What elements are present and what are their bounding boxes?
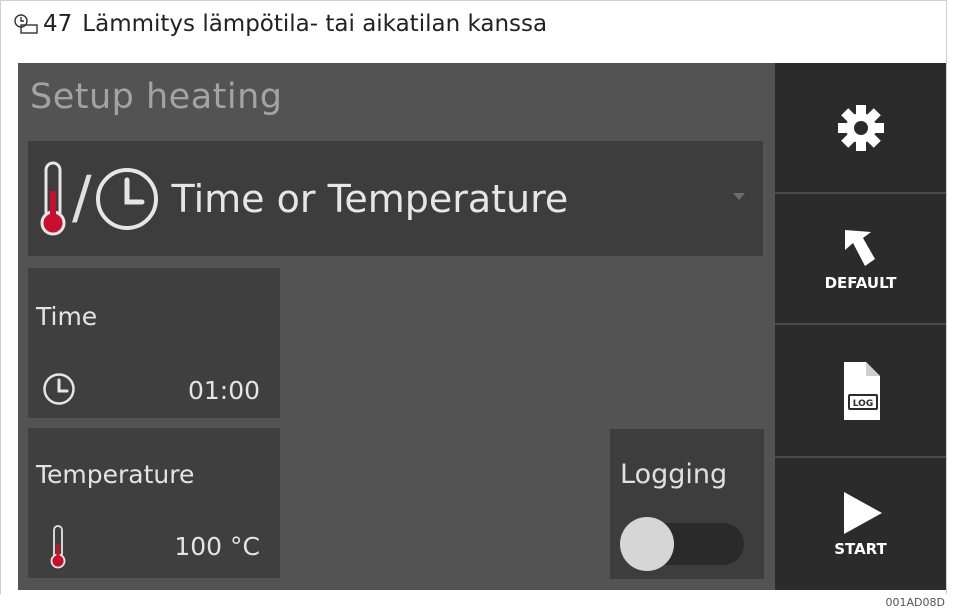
time-value: 01:00: [187, 376, 260, 405]
gear-icon: [837, 104, 884, 151]
default-button[interactable]: DEFAULT: [775, 194, 946, 325]
start-label: START: [834, 540, 887, 558]
page-title: Setup heating: [30, 77, 283, 117]
undo-arrow-icon: [844, 229, 875, 266]
log-button[interactable]: LOG: [775, 325, 946, 458]
toggle-knob: [620, 517, 674, 571]
clock-icon: [95, 167, 158, 230]
logging-toggle[interactable]: [620, 517, 744, 571]
figure-icon: [14, 14, 38, 34]
heating-setup-screen: Setup heating / Time or Temperature Time…: [18, 63, 946, 590]
logging-panel: Logging: [610, 429, 764, 579]
chevron-down-icon: [733, 193, 745, 200]
logging-label: Logging: [620, 459, 728, 490]
heating-mode-dropdown[interactable]: / Time or Temperature: [28, 141, 763, 256]
figure-number: 47: [43, 11, 73, 37]
settings-button[interactable]: [775, 63, 946, 194]
figure-caption: 47 Lämmitys lämpötila- tai aikatilan kan…: [0, 0, 947, 47]
default-label: DEFAULT: [824, 273, 897, 292]
image-code: 001AD08D: [885, 596, 945, 609]
figure-title: Lämmitys lämpötila- tai aikatilan kanssa: [82, 11, 548, 37]
temperature-setting-card[interactable]: Temperature 100 °C: [28, 428, 280, 578]
play-icon: [843, 492, 882, 534]
temperature-label: Temperature: [36, 460, 195, 489]
thermometer-icon: [40, 161, 66, 235]
log-icon-text: LOG: [852, 399, 872, 409]
clock-icon: [43, 373, 75, 405]
temperature-value: 100 °C: [174, 532, 260, 561]
time-setting-card[interactable]: Time 01:00: [28, 268, 280, 418]
start-button[interactable]: START: [775, 458, 946, 590]
thermometer-icon: [50, 525, 66, 569]
mode-separator: /: [72, 162, 92, 231]
heating-mode-value: Time or Temperature: [171, 176, 569, 221]
time-label: Time: [36, 302, 98, 331]
sidebar: DEFAULT LOG START: [775, 63, 946, 590]
log-file-icon: LOG: [843, 361, 880, 420]
